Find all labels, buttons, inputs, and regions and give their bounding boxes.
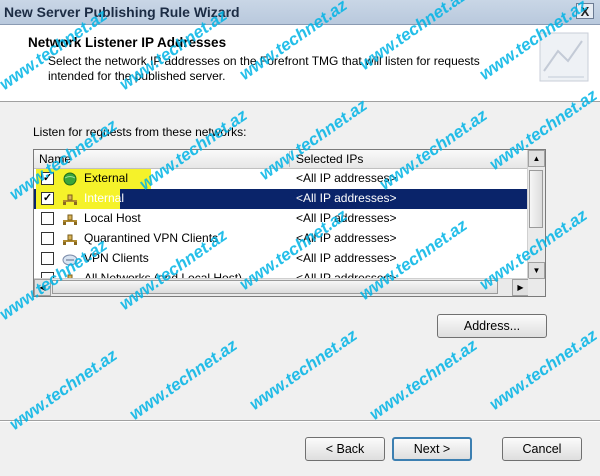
row-selected-ips: <All IP addresses> — [296, 231, 397, 245]
watermark-text: www.technet.az — [365, 335, 481, 424]
row-checkbox[interactable]: ✓ — [41, 172, 54, 185]
row-selected-ips: <All IP addresses> — [296, 251, 397, 265]
close-button[interactable]: X — [576, 3, 594, 19]
vertical-scrollbar[interactable]: ▲ ▼ — [527, 150, 545, 279]
address-button[interactable]: Address... — [437, 314, 547, 338]
horizontal-scroll-thumb[interactable] — [52, 280, 498, 294]
scroll-left-button[interactable]: ◀ — [34, 279, 51, 296]
column-header-selected-ips[interactable]: Selected IPs — [291, 151, 529, 167]
page-title: Network Listener IP Addresses — [28, 35, 227, 50]
row-name: Quarantined VPN Clients — [84, 231, 219, 245]
scroll-corner — [528, 279, 545, 296]
row-checkbox[interactable]: ✓ — [41, 192, 54, 205]
watermark-text: www.technet.az — [485, 325, 600, 414]
row-checkbox[interactable] — [41, 232, 54, 245]
list-item[interactable]: ✓ Internal <All IP addresses> — [34, 189, 529, 209]
scroll-down-button[interactable]: ▼ — [528, 262, 545, 279]
row-name: Internal — [84, 191, 125, 205]
network-icon — [62, 212, 78, 226]
page-description: Select the network IP addresses on the F… — [48, 54, 480, 83]
network-icon — [62, 232, 78, 246]
listview-header: Name Selected IPs — [34, 150, 529, 169]
vertical-scroll-thumb[interactable] — [529, 170, 543, 228]
row-selected-ips: <All IP addresses> — [296, 191, 397, 205]
list-item[interactable]: ✓ External <All IP addresses> — [34, 169, 529, 189]
next-button[interactable]: Next > — [392, 437, 472, 461]
back-button[interactable]: < Back — [305, 437, 385, 461]
row-name: Local Host — [84, 211, 141, 225]
row-checkbox[interactable] — [41, 212, 54, 225]
watermark-text: www.technet.az — [245, 325, 361, 414]
title-bar: New Server Publishing Rule Wizard X — [0, 0, 600, 25]
networks-listview[interactable]: Name Selected IPs ✓ External <All IP addre… — [33, 149, 546, 297]
row-selected-ips: <All IP addresses> — [296, 171, 397, 185]
footer-separator — [0, 420, 600, 422]
row-name: External — [84, 171, 129, 185]
row-selected-ips: <All IP addresses> — [296, 211, 397, 225]
globe-icon — [62, 172, 78, 186]
row-name: VPN Clients — [84, 251, 149, 265]
watermark-text: www.technet.az — [125, 335, 241, 424]
network-icon — [62, 192, 78, 206]
list-item[interactable]: Quarantined VPN Clients <All IP addresses… — [34, 229, 529, 249]
wizard-banner-icon — [539, 32, 589, 82]
listen-label: Listen for requests from these networks: — [33, 125, 247, 139]
column-header-name[interactable]: Name — [34, 151, 290, 167]
vpn-clients-icon — [62, 252, 78, 266]
wizard-header: Network Listener IP Addresses Select the… — [0, 25, 600, 102]
horizontal-scrollbar[interactable]: ◀ ▶ — [34, 278, 529, 296]
row-checkbox[interactable] — [41, 252, 54, 265]
cancel-button[interactable]: Cancel — [502, 437, 582, 461]
scroll-up-button[interactable]: ▲ — [528, 150, 545, 167]
listview-rows: ✓ External <All IP addresses> ✓ Internal <All… — [34, 169, 529, 279]
list-item[interactable]: Local Host <All IP addresses> — [34, 209, 529, 229]
scroll-right-button[interactable]: ▶ — [512, 279, 529, 296]
list-item[interactable]: VPN Clients <All IP addresses> — [34, 249, 529, 269]
window-title: New Server Publishing Rule Wizard — [4, 4, 240, 20]
